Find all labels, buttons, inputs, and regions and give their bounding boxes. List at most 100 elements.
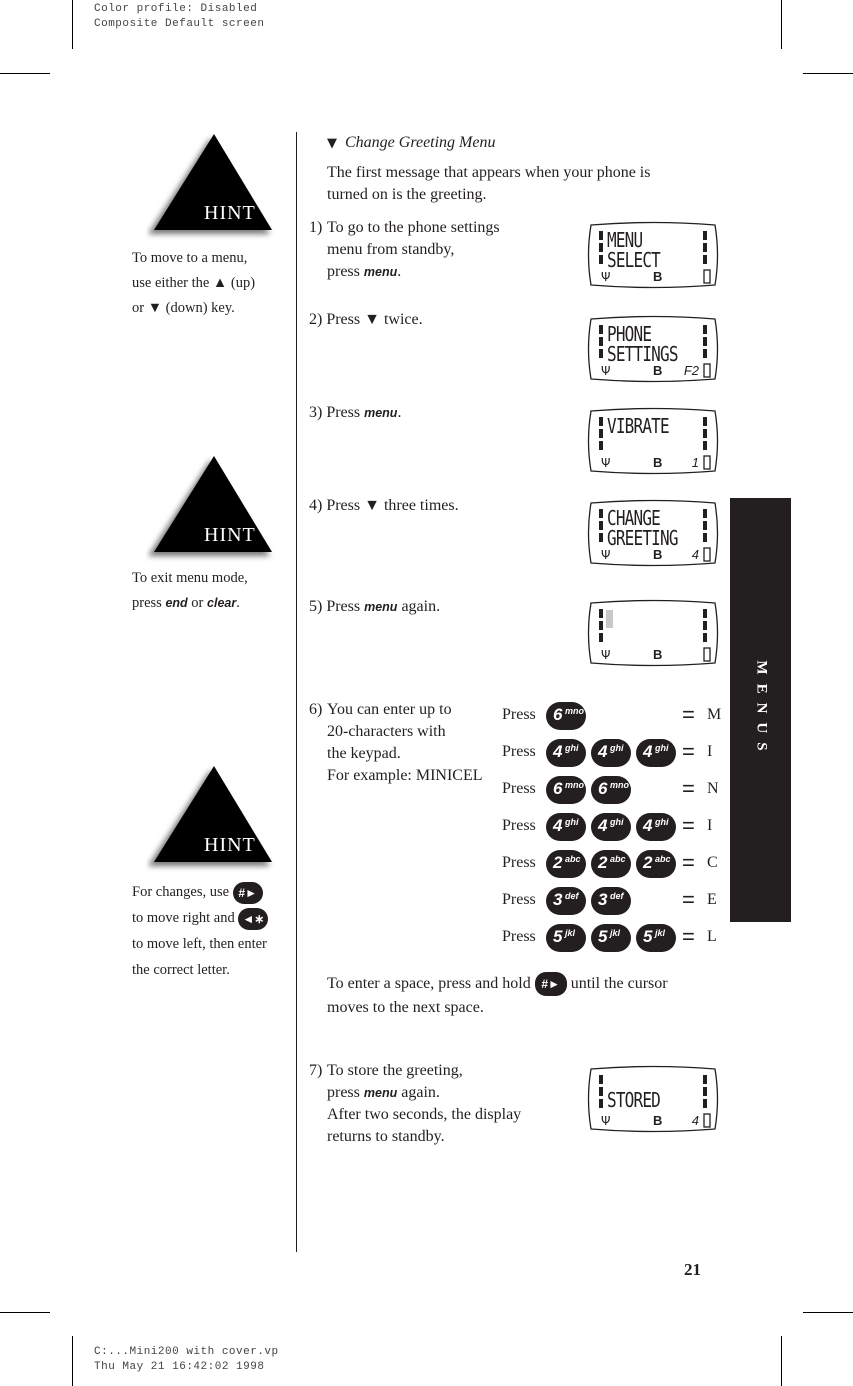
print-footer: C:...Mini200 with cover.vp Thu May 21 16… — [94, 1345, 279, 1375]
press-label: Press — [502, 891, 536, 908]
equals-sign: = — [682, 776, 695, 801]
crop-mark — [781, 1336, 782, 1386]
step-7: 7) To store the greeting, press menu aga… — [309, 1060, 521, 1145]
press-label: Press — [502, 854, 536, 871]
key-digit: 5 — [643, 927, 653, 946]
hint-line: For changes, use #► — [132, 879, 268, 905]
text: To enter a space, press and hold — [327, 975, 531, 992]
press-label: Press — [502, 706, 536, 723]
step-number: 4) — [309, 497, 323, 514]
text: press — [327, 263, 364, 280]
text: until the cursor — [570, 975, 668, 992]
text: to move right and — [132, 910, 235, 926]
key-digit: 2 — [553, 853, 563, 872]
key-letters: ghi — [565, 743, 579, 753]
text: . — [397, 404, 402, 421]
press-label: Press — [502, 928, 536, 945]
step-number: 3) — [309, 404, 323, 421]
lcd-display: CHANGE GREETING Ψ B 4 — [585, 497, 721, 567]
key-letters: mno — [565, 780, 584, 790]
result-letter: C — [707, 854, 718, 871]
key-letters: ghi — [610, 743, 624, 753]
crop-mark — [803, 1312, 853, 1313]
key-letters: ghi — [610, 817, 624, 827]
menu-key-label: menu — [363, 1086, 398, 1100]
key-letters: mno — [610, 780, 629, 790]
menu-key-label: menu — [363, 265, 398, 279]
step-line: returns to standby. — [327, 1128, 445, 1145]
hint-label: HINT — [204, 524, 256, 546]
text: Press — [326, 598, 365, 615]
hint-line: press end or clear. — [132, 591, 248, 616]
step-number: 5) — [309, 598, 323, 615]
step-number: 1) — [309, 219, 323, 236]
keypad-row: Press 4 ghi 4 ghi 4 ghi = I — [502, 813, 724, 843]
step-number: 6) — [309, 701, 323, 718]
key-letters: jkl — [655, 928, 666, 938]
antenna-icon: Ψ — [601, 270, 611, 284]
hint-line: To move to a menu, — [132, 250, 248, 266]
key-letters: jkl — [610, 928, 621, 938]
key-digit: 2 — [598, 853, 608, 872]
antenna-icon: Ψ — [601, 364, 611, 378]
step-number: 2) — [309, 311, 323, 328]
key-letters: jkl — [565, 928, 576, 938]
text: again. — [397, 1084, 440, 1101]
text: . — [397, 263, 402, 280]
lcd-number: 4 — [691, 547, 699, 562]
lcd-display: Ψ B — [585, 597, 721, 667]
key-4-icon: 4 ghi — [591, 813, 631, 841]
key-4-icon: 4 ghi — [546, 813, 586, 841]
hint-box: HINT — [126, 454, 286, 556]
column-divider — [296, 132, 297, 1252]
print-footer-line2: Thu May 21 16:42:02 1998 — [94, 1361, 265, 1373]
lcd-number: 4 — [691, 1113, 699, 1128]
result-letter: I — [707, 817, 713, 834]
step-line: Press ▼ twice. — [326, 311, 423, 328]
text: or — [187, 595, 208, 611]
lcd-number: F2 — [683, 363, 699, 378]
lcd-indicator: B — [653, 547, 663, 562]
hint-label: HINT — [204, 834, 256, 856]
hint-triangle-icon: HINT — [146, 764, 272, 866]
end-key-label: end — [165, 596, 188, 610]
battery-icon — [703, 647, 711, 662]
press-label: Press — [502, 817, 536, 834]
key-digit: 4 — [598, 742, 608, 761]
key-letters: ghi — [655, 743, 669, 753]
key-5-icon: 5 jkl — [591, 924, 631, 952]
step-line: Press ▼ three times. — [326, 497, 459, 514]
hint-line: to move left, then enter — [132, 936, 267, 952]
key-letters: def — [610, 891, 624, 901]
key-letters: ghi — [655, 817, 669, 827]
press-label: Press — [502, 743, 536, 760]
down-triangle-icon: ▼ — [327, 136, 337, 151]
section-heading: ▼ Change Greeting Menu — [327, 132, 495, 155]
print-header-line1: Color profile: Disabled — [94, 3, 258, 15]
key-5-icon: 5 jkl — [636, 924, 676, 952]
lcd-line1: VIBRATE — [607, 414, 670, 438]
hint-box: HINT — [126, 132, 286, 234]
lcd-line2: SELECT — [607, 248, 661, 272]
pound-right-key-icon: #► — [232, 881, 263, 904]
hint-text: For changes, use #► to move right and ◄∗… — [132, 879, 269, 983]
key-digit: 4 — [553, 742, 563, 761]
key-4-icon: 4 ghi — [636, 813, 676, 841]
lcd-indicator: B — [653, 455, 663, 470]
step-line: You can enter up to — [327, 701, 452, 718]
step-line: menu from standby, — [327, 241, 455, 258]
key-6-icon: 6 mno — [546, 702, 586, 730]
key-digit: 2 — [643, 853, 653, 872]
crop-mark — [72, 0, 73, 49]
key-4-icon: 4 ghi — [546, 739, 586, 767]
battery-icon — [703, 363, 711, 378]
text: again. — [397, 598, 441, 615]
key-letters: abc — [610, 854, 626, 864]
result-letter: I — [707, 743, 713, 760]
antenna-icon: Ψ — [601, 1114, 611, 1128]
hint-line: use either the ▲ (up) — [132, 275, 256, 291]
intro-line: The first message that appears when your… — [327, 164, 651, 181]
menu-key-label: menu — [364, 600, 398, 614]
step-line: To go to the phone settings — [327, 219, 500, 236]
result-letter: L — [707, 928, 717, 945]
